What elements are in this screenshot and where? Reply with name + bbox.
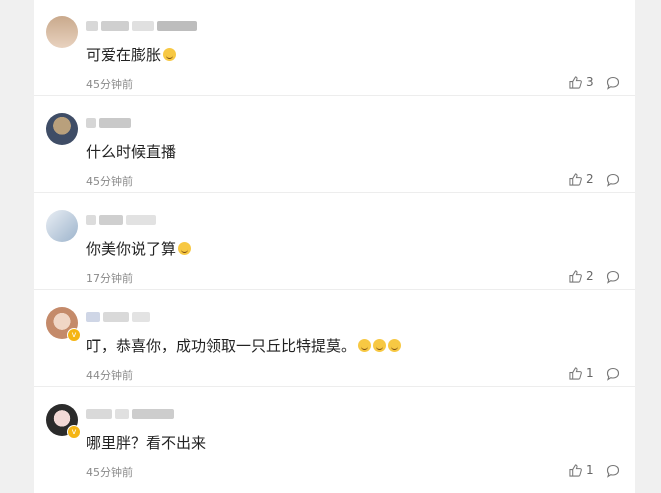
like-count: 2 bbox=[586, 172, 594, 186]
smirk-emoji-icon bbox=[373, 339, 387, 352]
username-blurred[interactable] bbox=[86, 19, 197, 33]
thumbs-up-icon bbox=[569, 366, 582, 380]
reply-button[interactable] bbox=[606, 172, 620, 187]
thumbs-up-icon bbox=[569, 269, 582, 283]
comment-item: 可爱在膨胀 45分钟前 3 bbox=[34, 0, 635, 96]
comment-item: 你美你说了算 17分钟前 2 bbox=[34, 194, 635, 290]
comment-item: 什么时候直播 45分钟前 2 bbox=[34, 97, 635, 193]
comment-icon bbox=[606, 173, 620, 187]
like-button[interactable]: 3 bbox=[569, 75, 594, 89]
comment-text: 你美你说了算 bbox=[86, 238, 192, 259]
smirk-emoji-icon bbox=[388, 339, 402, 352]
comment-text: 可爱在膨胀 bbox=[86, 44, 177, 65]
reply-button[interactable] bbox=[606, 463, 620, 478]
reply-button[interactable] bbox=[606, 366, 620, 381]
thumbs-up-icon bbox=[569, 172, 582, 186]
comment-time: 45分钟前 bbox=[86, 175, 133, 188]
like-button[interactable]: 2 bbox=[569, 172, 594, 186]
verified-badge-icon: v bbox=[67, 328, 81, 342]
avatar[interactable] bbox=[46, 16, 78, 48]
comment-item: v 叮，恭喜你，成功领取一只丘比特提莫。 44分钟前 1 bbox=[34, 291, 635, 387]
smirk-emoji-icon bbox=[178, 242, 192, 255]
comment-text: 什么时候直播 bbox=[86, 141, 176, 162]
comment-text-value: 可爱在膨胀 bbox=[86, 46, 162, 64]
comment-text-value: 什么时候直播 bbox=[86, 143, 177, 161]
comment-time: 44分钟前 bbox=[86, 369, 133, 382]
username-blurred[interactable] bbox=[86, 310, 150, 324]
thumbs-up-icon bbox=[569, 463, 582, 477]
comment-text: 叮，恭喜你，成功领取一只丘比特提莫。 bbox=[86, 335, 402, 356]
comment-icon bbox=[606, 367, 620, 381]
comment-icon bbox=[606, 76, 620, 90]
username-blurred[interactable] bbox=[86, 213, 156, 227]
reply-button[interactable] bbox=[606, 269, 620, 284]
avatar[interactable] bbox=[46, 113, 78, 145]
comment-list: 可爱在膨胀 45分钟前 3 什么时候直播 45分钟前 2 你美你说了算 17分钟… bbox=[34, 0, 635, 493]
like-count: 1 bbox=[586, 463, 594, 477]
comment-time: 45分钟前 bbox=[86, 78, 133, 91]
username-blurred[interactable] bbox=[86, 407, 174, 421]
comment-text-value: 叮，恭喜你，成功领取一只丘比特提莫。 bbox=[86, 337, 357, 355]
thumbs-up-icon bbox=[569, 75, 582, 89]
comment-icon bbox=[606, 270, 620, 284]
avatar[interactable] bbox=[46, 210, 78, 242]
comment-text-value: 你美你说了算 bbox=[86, 240, 177, 258]
like-count: 1 bbox=[586, 366, 594, 380]
like-button[interactable]: 1 bbox=[569, 463, 594, 477]
like-count: 2 bbox=[586, 269, 594, 283]
like-count: 3 bbox=[586, 75, 594, 89]
smirk-emoji-icon bbox=[358, 339, 372, 352]
comment-item: v 哪里胖？看不出来 45分钟前 1 bbox=[34, 388, 635, 484]
comment-text-value: 哪里胖？看不出来 bbox=[86, 434, 207, 452]
comment-text: 哪里胖？看不出来 bbox=[86, 432, 206, 453]
username-blurred[interactable] bbox=[86, 116, 131, 130]
like-button[interactable]: 1 bbox=[569, 366, 594, 380]
verified-badge-icon: v bbox=[67, 425, 81, 439]
like-button[interactable]: 2 bbox=[569, 269, 594, 283]
grin-emoji-icon bbox=[163, 48, 177, 61]
comment-time: 17分钟前 bbox=[86, 272, 133, 285]
reply-button[interactable] bbox=[606, 75, 620, 90]
comment-icon bbox=[606, 464, 620, 478]
comment-time: 45分钟前 bbox=[86, 466, 133, 479]
